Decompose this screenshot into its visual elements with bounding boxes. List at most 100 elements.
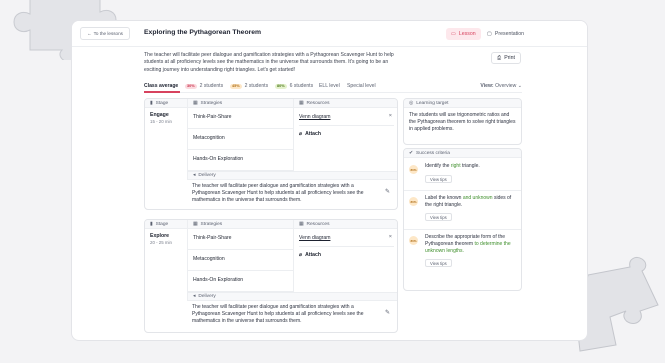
view-tips-button[interactable]: View tips bbox=[425, 259, 452, 267]
strategy-item[interactable]: Hands-On Exploration bbox=[187, 150, 293, 171]
book-icon: ▭ bbox=[451, 31, 456, 37]
edit-icon[interactable]: ✎ bbox=[385, 188, 390, 195]
level-label: 2 students bbox=[244, 83, 269, 89]
learning-target-title: Learning target bbox=[416, 100, 449, 106]
paperclip-icon: ⌀ bbox=[299, 252, 303, 258]
divider bbox=[299, 246, 394, 247]
print-label: Print bbox=[504, 55, 515, 61]
stage-card-explore: ▮ Stage ▦ Strategies ▦ Resources Explore 20… bbox=[144, 219, 398, 333]
stage-time: 20 - 25 min bbox=[150, 240, 172, 245]
target-icon: ◎ bbox=[409, 100, 414, 106]
bar-chart-icon: ▮ bbox=[150, 100, 153, 106]
strategies-header: ▦ Strategies bbox=[187, 99, 293, 108]
stage-header: ▮ Stage bbox=[145, 220, 187, 229]
divider bbox=[299, 125, 394, 126]
strategies-header: ▦ Strategies bbox=[187, 220, 293, 229]
close-icon[interactable]: × bbox=[389, 234, 392, 240]
attach-label: Attach bbox=[305, 252, 321, 258]
attach-button[interactable]: ⌀ Attach bbox=[299, 131, 321, 137]
level-class-average[interactable]: Class average bbox=[144, 83, 178, 89]
lesson-description: The teacher will facilitate peer dialogu… bbox=[144, 52, 394, 73]
level-special[interactable]: Special level bbox=[347, 83, 376, 89]
printer-icon: ⎙ bbox=[497, 54, 502, 61]
view-value: Overview bbox=[495, 83, 517, 89]
stage-cell: Explore 20 - 25 min bbox=[145, 229, 187, 292]
strategy-item[interactable]: Metacognition bbox=[187, 250, 293, 271]
megaphone-icon: ◂ bbox=[193, 173, 196, 178]
level-label: ELL level bbox=[319, 83, 340, 89]
level-label: Class average bbox=[144, 83, 179, 89]
grid-icon: ▦ bbox=[299, 221, 304, 227]
tab-presentation[interactable]: ▢ Presentation bbox=[482, 28, 529, 40]
back-label: To the lessons bbox=[93, 31, 123, 36]
stage-time: 15 - 20 min bbox=[150, 119, 172, 124]
strategy-item[interactable]: Think-Pair-Share bbox=[187, 229, 293, 250]
tab-presentation-label: Presentation bbox=[494, 31, 525, 37]
delivery-header-label: Delivery bbox=[198, 294, 216, 299]
back-button[interactable]: ← To the lessons bbox=[80, 27, 130, 40]
level-ell[interactable]: ELL level bbox=[319, 83, 340, 89]
view-select[interactable]: View: Overview ⌄ bbox=[480, 83, 522, 89]
level-30[interactable]: 30% 2 students bbox=[185, 83, 223, 89]
pct-badge: 45% bbox=[230, 83, 242, 89]
edit-icon[interactable]: ✎ bbox=[385, 309, 390, 316]
presentation-icon: ▢ bbox=[487, 31, 492, 37]
attach-label: Attach bbox=[305, 131, 321, 137]
strategy-item[interactable]: Think-Pair-Share bbox=[187, 108, 293, 129]
criteria-item: 80% Identify the right triangle. View ti… bbox=[409, 163, 517, 187]
top-bar: ← To the lessons Exploring the Pythagore… bbox=[72, 21, 587, 47]
learning-target-text: The students will use trigonometric rati… bbox=[409, 112, 516, 132]
tab-lesson[interactable]: ▭ Lesson bbox=[446, 28, 481, 40]
resources-cell: Venn diagram × ⌀ Attach bbox=[293, 229, 397, 292]
megaphone-icon: ◂ bbox=[193, 294, 196, 299]
resources-header-label: Resources bbox=[306, 221, 330, 227]
strategies-header-label: Strategies bbox=[200, 221, 223, 227]
bar-chart-icon: ▮ bbox=[150, 221, 153, 227]
level-45[interactable]: 45% 2 students bbox=[230, 83, 268, 89]
strategy-item[interactable]: Metacognition bbox=[187, 129, 293, 150]
delivery-text: The teacher will facilitate peer dialogu… bbox=[192, 304, 364, 324]
check-circle-icon: ✔ bbox=[409, 150, 414, 156]
delivery-header-label: Delivery bbox=[198, 173, 216, 178]
resources-header-label: Resources bbox=[306, 100, 330, 106]
success-criteria-title: Success criteria bbox=[416, 150, 450, 156]
view-tips-button[interactable]: View tips bbox=[425, 175, 452, 183]
divider bbox=[404, 190, 521, 191]
stage-cell: Engage 15 - 20 min bbox=[145, 108, 187, 171]
pct-badge: 30% bbox=[185, 83, 197, 89]
criteria-text-part: Identify the bbox=[425, 163, 451, 169]
tab-lesson-label: Lesson bbox=[458, 31, 476, 37]
resources-cell: Venn diagram × ⌀ Attach bbox=[293, 108, 397, 171]
resources-header: ▦ Resources bbox=[293, 220, 397, 229]
stage-name: Engage bbox=[150, 112, 169, 118]
criteria-item: 80% Label the known and unknown sides of… bbox=[409, 195, 517, 225]
active-level-indicator bbox=[144, 91, 180, 93]
divider bbox=[404, 229, 521, 230]
close-icon[interactable]: × bbox=[389, 113, 392, 119]
grid-icon: ▦ bbox=[193, 100, 198, 106]
level-label: 6 students bbox=[289, 83, 314, 89]
page-title: Exploring the Pythagorean Theorem bbox=[144, 29, 262, 36]
resource-link[interactable]: Venn diagram bbox=[299, 235, 330, 241]
level-80[interactable]: 80% 6 students bbox=[275, 83, 313, 89]
attach-button[interactable]: ⌀ Attach bbox=[299, 252, 321, 258]
print-button[interactable]: ⎙ Print bbox=[491, 52, 521, 64]
stage-header: ▮ Stage bbox=[145, 99, 187, 108]
level-label: 2 students bbox=[199, 83, 224, 89]
criteria-text-part: Label the known bbox=[425, 195, 463, 201]
level-tabs: Class average 30% 2 students 45% 2 student… bbox=[144, 81, 522, 93]
view-tips-button[interactable]: View tips bbox=[425, 213, 452, 221]
resource-link[interactable]: Venn diagram bbox=[299, 114, 330, 120]
criteria-highlight: right bbox=[450, 163, 461, 169]
strategy-item[interactable]: Hands-On Exploration bbox=[187, 271, 293, 292]
grid-icon: ▦ bbox=[299, 100, 304, 106]
delivery-header: ◂ Delivery bbox=[187, 171, 397, 180]
pct-badge: 80% bbox=[409, 165, 418, 174]
grid-icon: ▦ bbox=[193, 221, 198, 227]
criteria-highlight: and unknown bbox=[462, 195, 493, 201]
pct-badge: 80% bbox=[409, 236, 418, 245]
chevron-down-icon: ⌄ bbox=[517, 83, 522, 89]
success-criteria-header: ✔ Success criteria bbox=[404, 149, 521, 158]
stage-card-engage: ▮ Stage ▦ Strategies ▦ Resources Engage 15 … bbox=[144, 98, 398, 210]
criteria-text-part: triangle. bbox=[460, 163, 480, 169]
